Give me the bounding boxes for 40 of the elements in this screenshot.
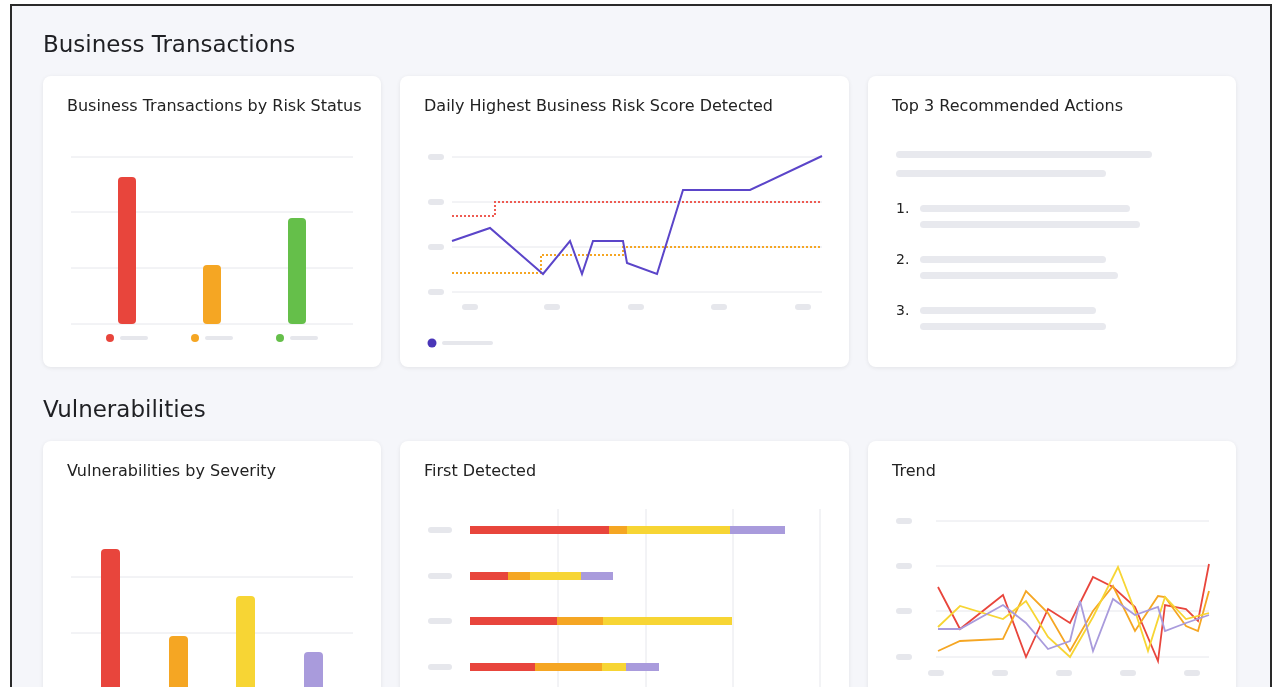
axis-label-placeholder — [428, 244, 444, 250]
axis-label-placeholder — [992, 670, 1008, 676]
axis-label-placeholder — [462, 304, 478, 310]
axis-label-placeholder — [711, 304, 727, 310]
card-title: Vulnerabilities by Severity — [66, 460, 278, 482]
legend-dot — [106, 334, 114, 342]
card-title: Top 3 Recommended Actions — [891, 95, 1125, 117]
legend-dot — [191, 334, 199, 342]
card-title: Business Transactions by Risk Status — [66, 95, 363, 117]
bar — [304, 652, 323, 687]
axis-label-placeholder — [428, 664, 452, 670]
axis-label-placeholder — [896, 518, 912, 524]
bar — [203, 265, 221, 324]
legend-dot — [276, 334, 284, 342]
list-number: 2. — [896, 252, 910, 266]
axis-label-placeholder — [428, 573, 452, 579]
section-heading: Business Transactions — [43, 30, 296, 59]
axis-label-placeholder — [428, 199, 444, 205]
axis-label-placeholder — [928, 670, 944, 676]
card-title: Trend — [891, 460, 937, 482]
axis-label-placeholder — [1184, 670, 1200, 676]
axis-label-placeholder — [896, 654, 912, 660]
axis-label-placeholder — [795, 304, 811, 310]
axis-label-placeholder — [428, 154, 444, 160]
axis-label-placeholder — [428, 527, 452, 533]
axis-label-placeholder — [896, 608, 912, 614]
axis-label-placeholder — [1120, 670, 1136, 676]
card-title: First Detected — [423, 460, 538, 482]
axis-label-placeholder — [628, 304, 644, 310]
list-number: 3. — [896, 303, 910, 317]
list-number: 1. — [896, 201, 910, 215]
axis-label-placeholder — [428, 618, 452, 624]
axis-label-placeholder — [896, 563, 912, 569]
axis-label-placeholder — [428, 289, 444, 295]
card-title: Daily Highest Business Risk Score Detected — [423, 95, 775, 117]
axis-label-placeholder — [544, 304, 560, 310]
axis-label-placeholder — [1056, 670, 1072, 676]
legend-dot — [427, 338, 437, 348]
section-heading: Vulnerabilities — [43, 395, 206, 424]
bar — [169, 636, 188, 687]
